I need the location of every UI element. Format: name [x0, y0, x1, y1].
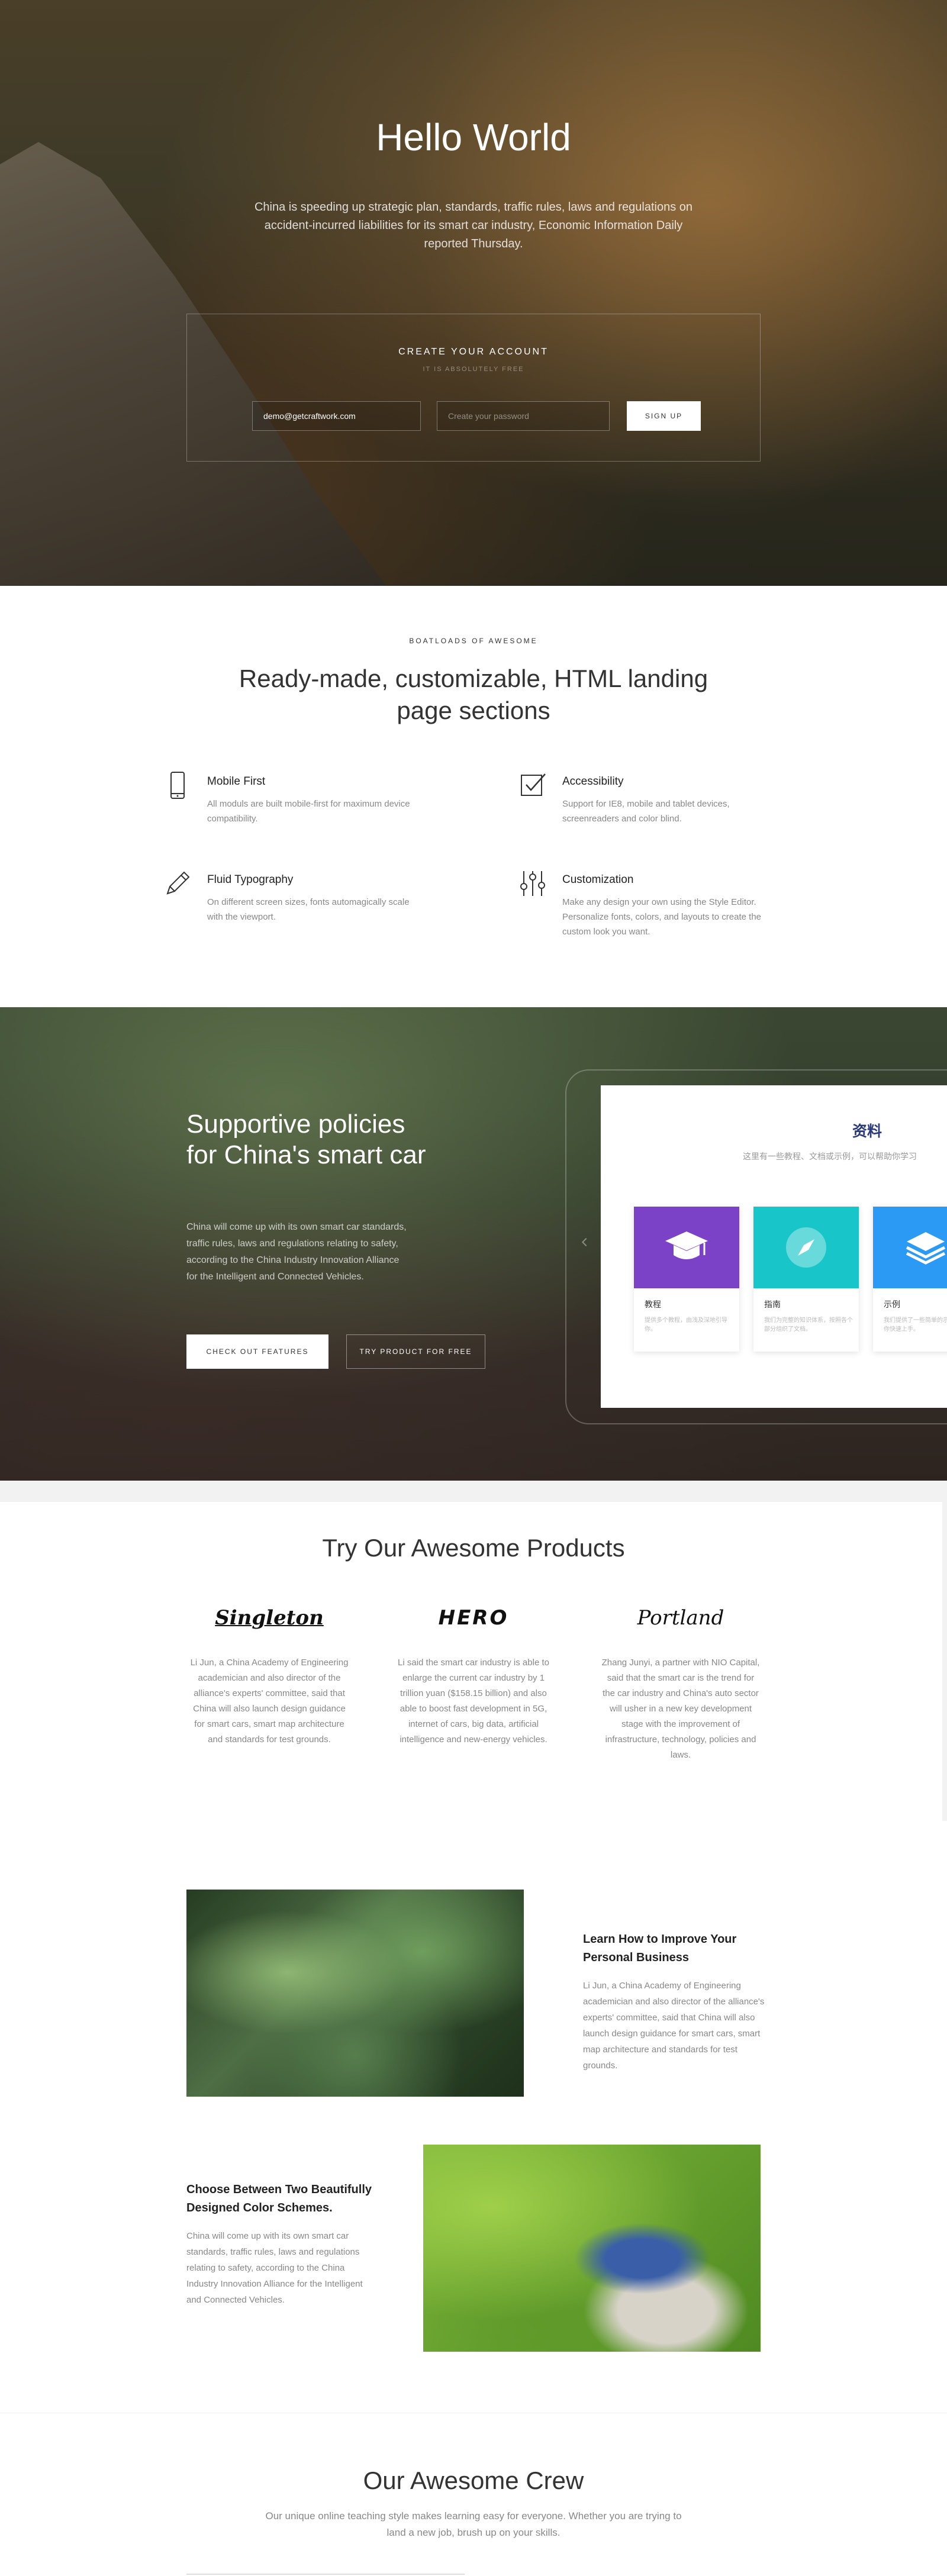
split-text-2: China will come up with its own smart ca…	[186, 2231, 363, 2305]
product-text: Li Jun, a China Academy of Engineering a…	[190, 1658, 349, 1745]
products-section: Try Our Awesome Products Singleton HERO …	[0, 1481, 947, 1821]
divider	[186, 2574, 465, 2575]
product-text: Li said the smart car industry is able t…	[398, 1658, 549, 1745]
resource-card[interactable]: 教程 提供多个教程，由浅及深地引导你。	[634, 1207, 739, 1352]
mobile-icon	[170, 772, 185, 799]
feature-title: Fluid Typography	[207, 873, 294, 886]
card-text: 我们提供了一些简单的示例，帮助你快速上手。	[884, 1317, 947, 1333]
split-title-2: Choose Between Two Beautifully Designed …	[186, 2183, 372, 2214]
screen-subtitle: 这里有一些教程、文档或示例，可以帮助你学习	[743, 1152, 917, 1162]
bird-photo	[423, 2145, 761, 2352]
signup-form: CREATE YOUR ACCOUNT IT IS ABSOLUTELY FRE…	[186, 314, 761, 462]
features-eyebrow: BOATLOADS OF AWESOME	[409, 637, 538, 645]
compass-icon	[786, 1227, 826, 1268]
sliders-icon	[520, 871, 545, 896]
signup-title: CREATE YOUR ACCOUNT	[398, 347, 549, 357]
products-title: Try Our Awesome Products	[322, 1534, 625, 1562]
checkbox-icon	[521, 773, 546, 796]
card-header	[873, 1207, 947, 1288]
hero-background-glow	[355, 0, 947, 586]
screen-title: 资料	[852, 1123, 882, 1140]
card-title: 指南	[764, 1300, 781, 1310]
hero-subtitle: China is speeding up strategic plan, sta…	[254, 201, 693, 250]
features-title: Ready-made, customizable, HTML landing p…	[239, 665, 708, 724]
feature-text: On different screen sizes, fonts automag…	[207, 897, 410, 922]
try-product-button[interactable]: TRY PRODUCT FOR FREE	[346, 1334, 485, 1369]
feature-text: Make any design your own using the Style…	[562, 897, 762, 937]
feature-text: Support for IE8, mobile and tablet devic…	[562, 799, 730, 824]
split-section: Learn How to Improve Your Personal Busin…	[0, 1821, 947, 2413]
policies-section: Supportive policies for China's smart ca…	[0, 1007, 947, 1481]
card-header	[753, 1207, 859, 1288]
crew-subtitle: Our unique online teaching style makes l…	[265, 2510, 682, 2538]
split-text-1: Li Jun, a China Academy of Engineering a…	[583, 1981, 765, 2071]
card-title: 示例	[884, 1300, 900, 1310]
signup-subtitle: IT IS ABSOLUTELY FREE	[423, 366, 524, 373]
fern-photo	[186, 1890, 524, 2097]
hero-logo: HERO	[438, 1606, 509, 1630]
feature-title: Customization	[562, 873, 634, 886]
product-text: Zhang Junyi, a partner with NIO Capital,…	[601, 1658, 760, 1760]
policies-title: Supportive policies for China's smart ca…	[186, 1110, 426, 1169]
pencil-icon	[166, 871, 190, 895]
hero-title: Hello World	[376, 116, 571, 159]
singleton-logo: Singleton	[215, 1606, 324, 1630]
card-text: 我们为完整的知识体系，按照各个部分组织了文档。	[764, 1317, 853, 1333]
resource-card[interactable]: 指南 我们为完整的知识体系，按照各个部分组织了文档。	[753, 1207, 859, 1352]
password-field[interactable]	[437, 401, 610, 431]
card-text: 提供多个教程，由浅及深地引导你。	[645, 1317, 727, 1333]
check-out-features-button[interactable]: CHECK OUT FEATURES	[186, 1334, 328, 1369]
layers-icon	[906, 1232, 946, 1265]
device-screen: 资料 这里有一些教程、文档或示例，可以帮助你学习 教程 提供多个教程，由浅及深地…	[601, 1085, 947, 1408]
graduation-cap-icon	[665, 1231, 708, 1259]
crew-title: Our Awesome Crew	[363, 2467, 584, 2494]
card-title: 教程	[645, 1300, 661, 1310]
policies-text: China will come up with its own smart ca…	[186, 1222, 407, 1282]
hero-section: Hello World China is speeding up strateg…	[0, 0, 947, 586]
split-title-1: Learn How to Improve Your Personal Busin…	[583, 1933, 737, 1964]
card-header	[634, 1207, 739, 1288]
resource-card[interactable]: 示例 我们提供了一些简单的示例，帮助你快速上手。	[873, 1207, 947, 1352]
portland-logo: Portland	[637, 1606, 724, 1630]
feature-title: Mobile First	[207, 775, 266, 788]
features-section: BOATLOADS OF AWESOME Ready-made, customi…	[0, 586, 947, 1007]
sign-up-button[interactable]: SIGN UP	[627, 401, 701, 431]
crew-section: Our Awesome Crew Our unique online teach…	[0, 2413, 947, 2576]
email-field[interactable]	[252, 401, 421, 431]
feature-title: Accessibility	[562, 775, 624, 788]
feature-text: All moduls are built mobile-first for ma…	[207, 799, 410, 824]
